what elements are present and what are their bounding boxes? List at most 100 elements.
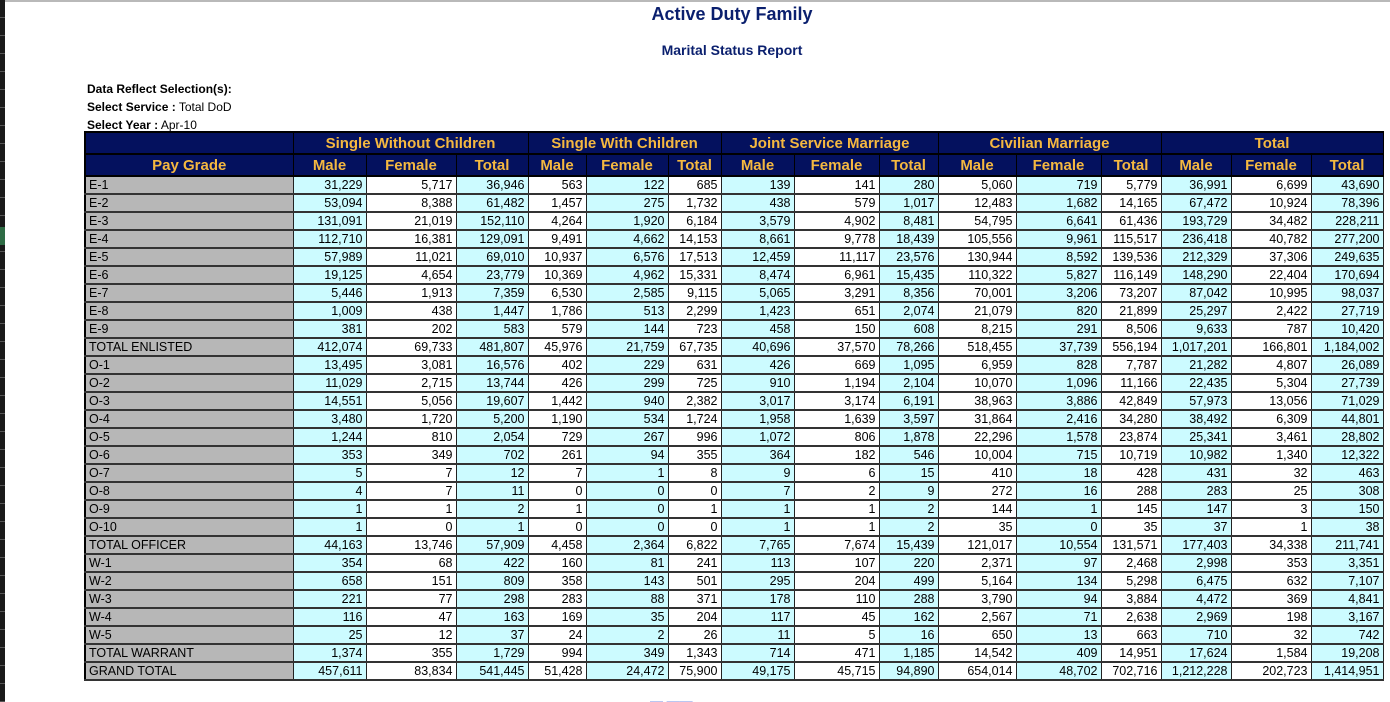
value-cell[interactable]: 9,961 xyxy=(1015,229,1102,249)
value-cell[interactable]: 534 xyxy=(585,409,669,429)
value-cell[interactable]: 2,371 xyxy=(937,553,1017,573)
value-cell[interactable]: 996 xyxy=(667,427,722,447)
value-cell[interactable]: 272 xyxy=(937,481,1017,501)
value-cell[interactable]: 267 xyxy=(585,427,669,447)
pay-grade-cell[interactable]: E-2 xyxy=(84,193,294,213)
value-cell[interactable]: 14,153 xyxy=(667,229,722,249)
value-cell[interactable]: 24 xyxy=(527,625,587,645)
value-cell[interactable]: 116 xyxy=(292,607,367,627)
value-cell[interactable]: 0 xyxy=(585,499,669,519)
value-cell[interactable]: 5,779 xyxy=(1100,175,1162,195)
value-cell[interactable]: 2,054 xyxy=(455,427,529,447)
value-cell[interactable]: 3,790 xyxy=(937,589,1017,609)
value-cell[interactable]: 48,702 xyxy=(1015,661,1102,681)
value-cell[interactable]: 34,482 xyxy=(1230,211,1312,231)
value-cell[interactable]: 1,340 xyxy=(1230,445,1312,465)
value-cell[interactable]: 5,298 xyxy=(1100,571,1162,591)
value-cell[interactable]: 11,029 xyxy=(292,373,367,393)
value-cell[interactable]: 608 xyxy=(878,319,939,339)
value-cell[interactable]: 23,779 xyxy=(455,265,529,285)
value-cell[interactable]: 13,746 xyxy=(365,535,457,555)
value-cell[interactable]: 32 xyxy=(1230,625,1312,645)
value-cell[interactable]: 134 xyxy=(1015,571,1102,591)
value-cell[interactable]: 69,733 xyxy=(365,337,457,357)
value-cell[interactable]: 78,396 xyxy=(1310,193,1384,213)
value-cell[interactable]: 6,309 xyxy=(1230,409,1312,429)
value-cell[interactable]: 355 xyxy=(365,643,457,663)
value-cell[interactable]: 6 xyxy=(793,463,880,483)
pay-grade-cell[interactable]: E-4 xyxy=(84,229,294,249)
value-cell[interactable]: 715 xyxy=(1015,445,1102,465)
value-cell[interactable]: 27,739 xyxy=(1310,373,1384,393)
value-cell[interactable]: 8,481 xyxy=(878,211,939,231)
value-cell[interactable]: 355 xyxy=(667,445,722,465)
value-cell[interactable]: 21,282 xyxy=(1160,355,1232,375)
value-cell[interactable]: 280 xyxy=(878,175,939,195)
value-cell[interactable]: 308 xyxy=(1310,481,1384,501)
value-cell[interactable]: 7,765 xyxy=(720,535,795,555)
value-cell[interactable]: 105,556 xyxy=(937,229,1017,249)
value-cell[interactable]: 83,834 xyxy=(365,661,457,681)
value-cell[interactable]: 3,886 xyxy=(1015,391,1102,411)
value-cell[interactable]: 23,874 xyxy=(1100,427,1162,447)
value-cell[interactable]: 204 xyxy=(667,607,722,627)
value-cell[interactable]: 787 xyxy=(1230,319,1312,339)
value-cell[interactable]: 228,211 xyxy=(1310,211,1384,231)
value-cell[interactable]: 6,961 xyxy=(793,265,880,285)
value-cell[interactable]: 21,079 xyxy=(937,301,1017,321)
value-cell[interactable]: 7 xyxy=(527,463,587,483)
value-cell[interactable]: 45,976 xyxy=(527,337,587,357)
value-cell[interactable]: 116,149 xyxy=(1100,265,1162,285)
pay-grade-cell[interactable]: W-2 xyxy=(84,571,294,591)
pay-grade-cell[interactable]: O-7 xyxy=(84,463,294,483)
value-cell[interactable]: 148,290 xyxy=(1160,265,1232,285)
value-cell[interactable]: 87,042 xyxy=(1160,283,1232,303)
value-cell[interactable]: 9,491 xyxy=(527,229,587,249)
pay-grade-cell[interactable]: TOTAL WARRANT xyxy=(84,643,294,663)
value-cell[interactable]: 412,074 xyxy=(292,337,367,357)
pay-grade-cell[interactable]: O-4 xyxy=(84,409,294,429)
value-cell[interactable]: 288 xyxy=(1100,481,1162,501)
value-cell[interactable]: 409 xyxy=(1015,643,1102,663)
value-cell[interactable]: 110,322 xyxy=(937,265,1017,285)
value-cell[interactable]: 2,567 xyxy=(937,607,1017,627)
value-cell[interactable]: 8,356 xyxy=(878,283,939,303)
value-cell[interactable]: 162 xyxy=(878,607,939,627)
value-cell[interactable]: 143 xyxy=(585,571,669,591)
pay-grade-cell[interactable]: O-9 xyxy=(84,499,294,519)
value-cell[interactable]: 12,459 xyxy=(720,247,795,267)
value-cell[interactable]: 13,056 xyxy=(1230,391,1312,411)
value-cell[interactable]: 1 xyxy=(793,517,880,537)
value-cell[interactable]: 513 xyxy=(585,301,669,321)
value-cell[interactable]: 5,060 xyxy=(937,175,1017,195)
pay-grade-cell[interactable]: O-1 xyxy=(84,355,294,375)
value-cell[interactable]: 438 xyxy=(365,301,457,321)
pay-grade-cell[interactable]: W-1 xyxy=(84,553,294,573)
value-cell[interactable]: 11,166 xyxy=(1100,373,1162,393)
value-cell[interactable]: 163 xyxy=(455,607,529,627)
value-cell[interactable]: 1 xyxy=(527,499,587,519)
value-cell[interactable]: 499 xyxy=(878,571,939,591)
value-cell[interactable]: 1,343 xyxy=(667,643,722,663)
value-cell[interactable]: 1,414,951 xyxy=(1310,661,1384,681)
value-cell[interactable]: 129,091 xyxy=(455,229,529,249)
value-cell[interactable]: 4,962 xyxy=(585,265,669,285)
value-cell[interactable]: 702 xyxy=(455,445,529,465)
value-cell[interactable]: 202,723 xyxy=(1230,661,1312,681)
value-cell[interactable]: 73,207 xyxy=(1100,283,1162,303)
value-cell[interactable]: 810 xyxy=(365,427,457,447)
value-cell[interactable]: 26,089 xyxy=(1310,355,1384,375)
value-cell[interactable]: 19,607 xyxy=(455,391,529,411)
pay-grade-cell[interactable]: E-1 xyxy=(84,175,294,195)
value-cell[interactable]: 40,782 xyxy=(1230,229,1312,249)
value-cell[interactable]: 685 xyxy=(667,175,722,195)
value-cell[interactable]: 275 xyxy=(585,193,669,213)
value-cell[interactable]: 0 xyxy=(365,517,457,537)
value-cell[interactable]: 458 xyxy=(720,319,795,339)
value-cell[interactable]: 7 xyxy=(365,481,457,501)
value-cell[interactable]: 426 xyxy=(720,355,795,375)
value-cell[interactable]: 53,094 xyxy=(292,193,367,213)
value-cell[interactable]: 283 xyxy=(1160,481,1232,501)
value-cell[interactable]: 353 xyxy=(1230,553,1312,573)
value-cell[interactable]: 1,447 xyxy=(455,301,529,321)
